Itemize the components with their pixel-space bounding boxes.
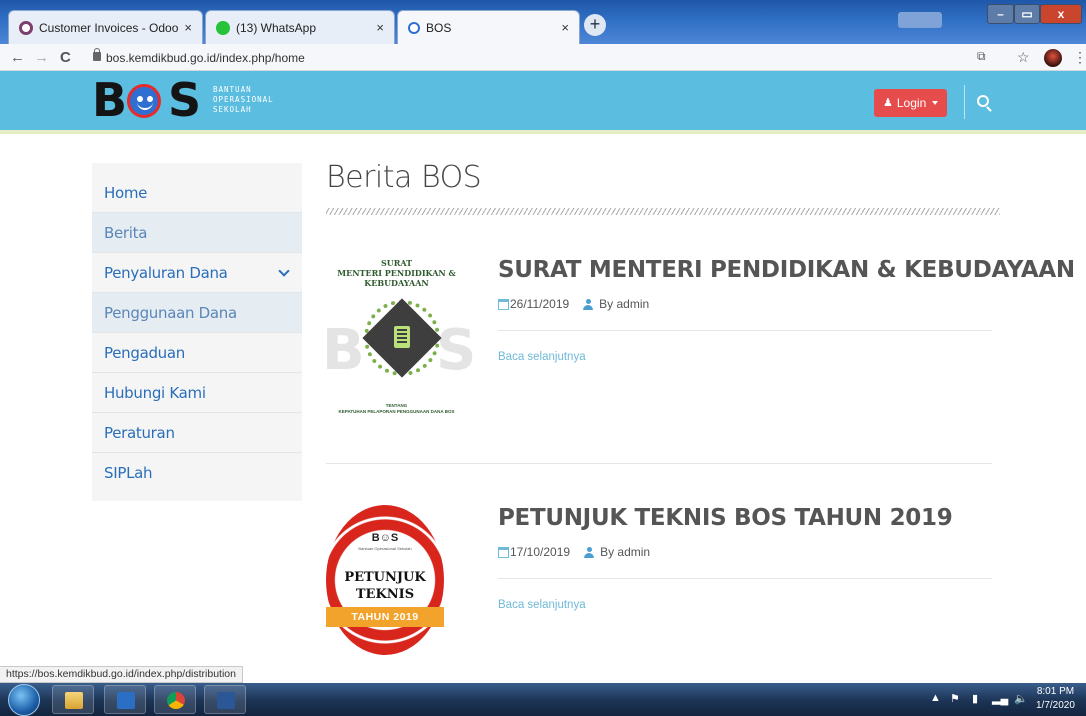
login-label: Login bbox=[896, 96, 927, 110]
minimize-button[interactable]: – bbox=[987, 4, 1014, 24]
file-explorer-icon[interactable] bbox=[52, 685, 94, 714]
login-button[interactable]: ♟ Login bbox=[874, 89, 948, 117]
bos-favicon bbox=[408, 21, 420, 34]
calendar-icon bbox=[498, 546, 509, 558]
thumb-heading: KEBUDAYAAN bbox=[364, 278, 429, 288]
odoo-icon bbox=[19, 20, 33, 35]
sidebar-item-penggunaan-dana[interactable]: Penggunaan Dana bbox=[92, 293, 302, 333]
tab-close-icon[interactable]: × bbox=[561, 20, 569, 35]
clock-time: 8:01 PM bbox=[1036, 686, 1075, 697]
thumb-line: PETUNJUK bbox=[344, 570, 426, 585]
tab-title: (13) WhatsApp bbox=[236, 20, 317, 35]
word-icon[interactable] bbox=[204, 685, 246, 714]
windows-taskbar: ▲ ⚑ ▮ ▂▄ 🔈 8:01 PM 1/7/2020 bbox=[0, 683, 1086, 716]
read-more-link[interactable]: Baca selanjutnya bbox=[498, 599, 586, 611]
sidebar-item-penyaluran-dana[interactable]: Penyaluran Dana bbox=[92, 253, 302, 293]
star-icon[interactable]: ☆ bbox=[1017, 49, 1030, 66]
post-divider bbox=[498, 330, 992, 331]
post-author: By admin bbox=[600, 545, 651, 559]
thumb-watermark: B bbox=[322, 318, 365, 383]
post-title[interactable]: PETUNJUK TEKNIS BOS TAHUN 2019 bbox=[498, 505, 953, 531]
tab-close-icon[interactable]: × bbox=[184, 20, 192, 35]
sidebar-item-siplah[interactable]: SIPLah bbox=[92, 453, 302, 493]
translate-icon[interactable]: ⧉ bbox=[977, 49, 986, 64]
post-divider bbox=[498, 578, 992, 579]
caret-down-icon bbox=[932, 101, 939, 105]
thumb-ribbon: TAHUN 2019 bbox=[326, 607, 444, 627]
thumb-line: TEKNIS bbox=[355, 587, 415, 602]
start-button[interactable] bbox=[8, 684, 40, 716]
chevron-down-icon bbox=[278, 265, 290, 277]
maximize-button[interactable]: ▭ bbox=[1014, 4, 1040, 24]
post-meta: 17/10/2019 By admin bbox=[498, 545, 650, 559]
system-clock[interactable]: 8:01 PM 1/7/2020 bbox=[1036, 685, 1075, 713]
status-url-bar: https://bos.kemdikbud.go.id/index.php/di… bbox=[0, 666, 243, 683]
user-icon bbox=[584, 546, 595, 558]
reload-icon[interactable]: C bbox=[60, 49, 71, 66]
tab-whatsapp[interactable]: (13) WhatsApp × bbox=[205, 10, 395, 44]
page-title: Berita BOS bbox=[326, 160, 482, 195]
browser-tabstrip: Customer Invoices - Odoo × (13) WhatsApp… bbox=[0, 0, 1086, 44]
thumb-logo: B☺S bbox=[371, 532, 399, 544]
title-divider bbox=[326, 208, 1000, 215]
post-separator bbox=[326, 463, 992, 464]
chrome-icon[interactable] bbox=[154, 685, 196, 714]
thumb-watermark: S bbox=[436, 318, 477, 383]
sidebar-item-home[interactable]: Home bbox=[92, 173, 302, 213]
user-icon: ♟ bbox=[883, 97, 893, 109]
profile-chip bbox=[898, 12, 942, 28]
sidebar-item-label: Penyaluran Dana bbox=[104, 264, 228, 282]
post-author: By admin bbox=[599, 297, 650, 311]
post-title[interactable]: SURAT MENTERI PENDIDIKAN & KEBUDAYAAN bbox=[498, 257, 1075, 283]
calendar-icon bbox=[498, 298, 509, 310]
close-window-button[interactable]: x bbox=[1040, 4, 1082, 24]
header-divider bbox=[964, 85, 965, 119]
media-player-icon[interactable] bbox=[104, 685, 146, 714]
post-date: 26/11/2019 bbox=[510, 297, 570, 311]
forward-icon[interactable]: → bbox=[34, 49, 49, 66]
url-field[interactable]: bos.kemdikbud.go.id/index.php/home bbox=[106, 51, 305, 65]
post-thumbnail-juknis[interactable]: B☺S Bantuan Operasional Sekolah PETUNJUK… bbox=[326, 505, 444, 655]
sidebar-item-hubungi-kami[interactable]: Hubungi Kami bbox=[92, 373, 302, 413]
signal-icon[interactable]: ▂▄ bbox=[992, 692, 1008, 705]
logo-tagline: BANTUAN OPERASIONAL SEKOLAH bbox=[213, 85, 274, 114]
back-icon[interactable]: ← bbox=[10, 49, 25, 66]
tab-title: Customer Invoices - Odoo bbox=[39, 20, 179, 35]
logo-face-icon bbox=[127, 84, 161, 118]
search-icon[interactable] bbox=[977, 95, 989, 107]
sidebar-item-berita[interactable]: Berita bbox=[92, 213, 302, 253]
new-tab-button[interactable]: + bbox=[584, 14, 606, 36]
sidebar-item-pengaduan[interactable]: Pengaduan bbox=[92, 333, 302, 373]
site-header: B S BANTUAN OPERASIONAL SEKOLAH ♟ Login bbox=[0, 71, 1086, 134]
whatsapp-icon bbox=[216, 20, 230, 35]
tab-bos[interactable]: BOS × bbox=[397, 10, 580, 44]
thumb-subtitle: TENTANG KEPATUHAN PELAPORAN PENGGUNAAN D… bbox=[338, 403, 455, 414]
tab-odoo[interactable]: Customer Invoices - Odoo × bbox=[8, 10, 203, 44]
post-thumbnail-surat[interactable]: SURAT MENTERI PENDIDIKAN & KEBUDAYAAN B … bbox=[314, 248, 479, 428]
tab-title: BOS bbox=[426, 20, 452, 35]
menu-icon[interactable]: ⋮ bbox=[1073, 49, 1086, 66]
thumb-tagline: Bantuan Operasional Sekolah bbox=[358, 546, 412, 551]
battery-icon[interactable]: ▮ bbox=[972, 692, 978, 705]
read-more-link[interactable]: Baca selanjutnya bbox=[498, 351, 586, 363]
show-hidden-icons-icon[interactable]: ▲ bbox=[930, 692, 941, 704]
post-date: 17/10/2019 bbox=[510, 545, 571, 559]
document-icon bbox=[394, 326, 410, 348]
clock-date: 1/7/2020 bbox=[1036, 700, 1075, 711]
logo-letter-b: B bbox=[92, 73, 128, 127]
volume-icon[interactable]: 🔈 bbox=[1014, 692, 1028, 705]
post-meta: 26/11/2019 By admin bbox=[498, 297, 649, 311]
flag-icon[interactable]: ⚑ bbox=[950, 692, 960, 705]
profile-avatar[interactable] bbox=[1044, 49, 1062, 67]
logo-letter-s: S bbox=[168, 73, 202, 127]
lock-icon bbox=[93, 48, 101, 61]
address-bar: ← → C bos.kemdikbud.go.id/index.php/home… bbox=[0, 44, 1086, 71]
user-icon bbox=[583, 298, 594, 310]
header-underline bbox=[0, 130, 1086, 134]
sidebar-nav: Home Berita Penyaluran Dana Penggunaan D… bbox=[92, 163, 302, 501]
sidebar-item-peraturan[interactable]: Peraturan bbox=[92, 413, 302, 453]
tab-close-icon[interactable]: × bbox=[376, 20, 384, 35]
